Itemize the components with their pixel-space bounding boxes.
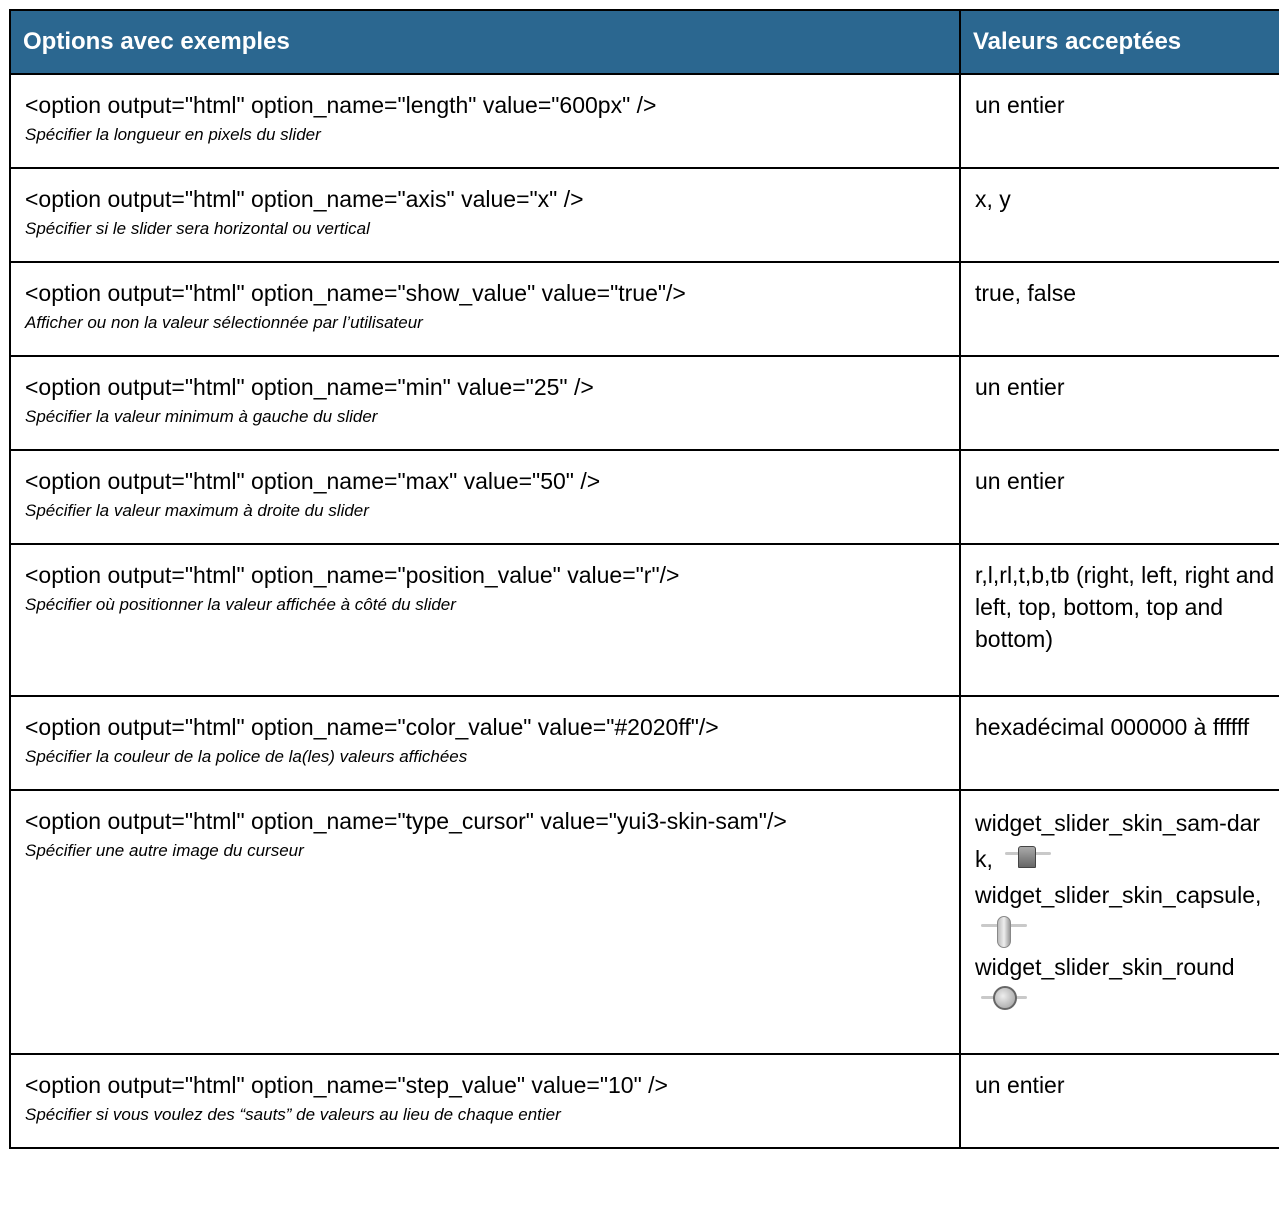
- accepted-value: x, y: [975, 186, 1011, 212]
- accepted-value: un entier: [975, 92, 1065, 118]
- option-code: <option output="html" option_name="min" …: [25, 374, 594, 400]
- option-cell: <option output="html" option_name="min" …: [9, 355, 961, 451]
- table-row: <option output="html" option_name="max" …: [9, 449, 1279, 545]
- slider-skin-sam-dark-icon: [1005, 845, 1052, 876]
- option-cell: <option output="html" option_name="step_…: [9, 1053, 961, 1149]
- table-row: <option output="html" option_name="axis"…: [9, 167, 1279, 263]
- accepted-cell: hexadécimal 000000 à ffffff: [959, 695, 1279, 791]
- skin-round: widget_slider_skin_round: [975, 949, 1275, 1021]
- option-cell: <option output="html" option_name="color…: [9, 695, 961, 791]
- table-row: <option output="html" option_name="color…: [9, 695, 1279, 791]
- header-options: Options avec exemples: [9, 9, 961, 75]
- options-table: Options avec exemples Valeurs acceptées …: [9, 9, 1279, 1149]
- accepted-value: un entier: [975, 1072, 1065, 1098]
- option-description: Spécifier la valeur minimum à gauche du …: [25, 407, 378, 426]
- option-description: Spécifier où positionner la valeur affic…: [25, 595, 456, 614]
- option-cell: <option output="html" option_name="axis"…: [9, 167, 961, 263]
- option-description: Afficher ou non la valeur sélectionnée p…: [25, 313, 423, 332]
- option-description: Spécifier la valeur maximum à droite du …: [25, 501, 369, 520]
- table-row: <option output="html" option_name="step_…: [9, 1053, 1279, 1149]
- option-description: Spécifier une autre image du curseur: [25, 841, 304, 860]
- skin-round-label: widget_slider_skin_round: [975, 954, 1235, 980]
- header-accepted-values: Valeurs acceptées: [959, 9, 1279, 75]
- option-description: Spécifier la couleur de la police de la(…: [25, 747, 468, 766]
- option-code: <option output="html" option_name="type_…: [25, 808, 787, 834]
- accepted-cell: un entier: [959, 449, 1279, 545]
- table-row: <option output="html" option_name="lengt…: [9, 73, 1279, 169]
- table-header-row: Options avec exemples Valeurs acceptées: [9, 9, 1279, 75]
- option-cell: <option output="html" option_name="show_…: [9, 261, 961, 357]
- accepted-cell: widget_slider_skin_sam-dark, widget_slid…: [959, 789, 1279, 1055]
- option-code: <option output="html" option_name="show_…: [25, 280, 686, 306]
- option-cell: <option output="html" option_name="type_…: [9, 789, 961, 1055]
- option-code: <option output="html" option_name="axis"…: [25, 186, 584, 212]
- option-code: <option output="html" option_name="posit…: [25, 562, 680, 588]
- slider-skin-capsule-icon: [981, 915, 1027, 948]
- accepted-value: true, false: [975, 280, 1076, 306]
- table-row: <option output="html" option_name="show_…: [9, 261, 1279, 357]
- accepted-cell: true, false: [959, 261, 1279, 357]
- accepted-cell: un entier: [959, 73, 1279, 169]
- accepted-cell: un entier: [959, 355, 1279, 451]
- slider-skin-round-icon: [981, 985, 1027, 1020]
- accepted-value: hexadécimal 000000 à ffffff: [975, 714, 1250, 740]
- option-description: Spécifier si vous voulez des “sauts” de …: [25, 1105, 561, 1124]
- skin-capsule: widget_slider_skin_capsule,: [975, 877, 1275, 949]
- option-cell: <option output="html" option_name="max" …: [9, 449, 961, 545]
- accepted-cell: x, y: [959, 167, 1279, 263]
- accepted-cell: r,l,rl,t,b,tb (right, left, right and le…: [959, 543, 1279, 697]
- option-code: <option output="html" option_name="step_…: [25, 1072, 668, 1098]
- option-description: Spécifier la longueur en pixels du slide…: [25, 125, 321, 144]
- accepted-value: un entier: [975, 468, 1065, 494]
- accepted-value: r,l,rl,t,b,tb (right, left, right and le…: [975, 562, 1275, 652]
- option-code: <option output="html" option_name="color…: [25, 714, 719, 740]
- skin-capsule-label: widget_slider_skin_capsule,: [975, 882, 1262, 908]
- accepted-value: un entier: [975, 374, 1065, 400]
- option-description: Spécifier si le slider sera horizontal o…: [25, 219, 370, 238]
- option-cell: <option output="html" option_name="lengt…: [9, 73, 961, 169]
- option-code: <option output="html" option_name="lengt…: [25, 92, 657, 118]
- accepted-cell: un entier: [959, 1053, 1279, 1149]
- skin-sam-dark: widget_slider_skin_sam-dark,: [975, 805, 1275, 877]
- table-row: <option output="html" option_name="posit…: [9, 543, 1279, 697]
- option-code: <option output="html" option_name="max" …: [25, 468, 601, 494]
- table-row: <option output="html" option_name="type_…: [9, 789, 1279, 1055]
- table-row: <option output="html" option_name="min" …: [9, 355, 1279, 451]
- option-cell: <option output="html" option_name="posit…: [9, 543, 961, 697]
